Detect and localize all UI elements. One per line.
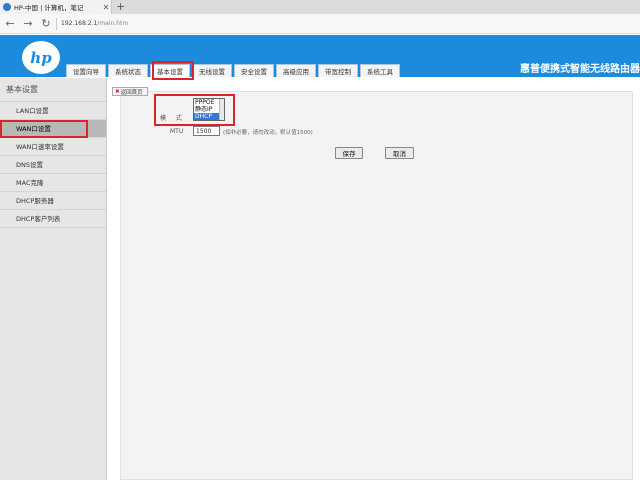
hp-logo-text: hp xyxy=(30,48,52,67)
back-home-button[interactable]: ✖ 返回首页 xyxy=(112,87,148,96)
address-bar[interactable]: 192.168.2.1/main.htm xyxy=(61,20,128,27)
save-button[interactable]: 保存 xyxy=(335,147,363,159)
new-tab-icon[interactable]: + xyxy=(116,0,125,13)
tab-system-tools[interactable]: 系统工具 xyxy=(360,64,400,77)
sidebar-title: 基本设置 xyxy=(0,78,106,102)
tab-security-settings[interactable]: 安全设置 xyxy=(234,64,274,77)
tab-wireless-settings[interactable]: 无线设置 xyxy=(192,64,232,77)
refresh-icon[interactable]: ↻ xyxy=(38,16,54,32)
hp-logo: hp xyxy=(22,41,60,74)
hp-favicon-icon xyxy=(3,3,11,11)
url-path: /main.htm xyxy=(97,20,129,27)
tab-system-status[interactable]: 系统状态 xyxy=(108,64,148,77)
cancel-button[interactable]: 取消 xyxy=(385,147,414,159)
tab-setup-wizard[interactable]: 设置向导 xyxy=(66,64,106,77)
browser-tab[interactable]: HP-中国 | 计算机，笔记 ✕ xyxy=(0,0,112,14)
back-arrow-icon[interactable]: ← xyxy=(2,16,18,32)
sidebar-item-lan[interactable]: LAN口设置 xyxy=(0,102,106,120)
url-host: 192.168.2.1 xyxy=(61,20,98,27)
mtu-input[interactable]: 1500 xyxy=(193,126,220,136)
highlight-sidebar-annotation xyxy=(0,120,88,138)
sidebar-item-dns[interactable]: DNS设置 xyxy=(0,156,106,174)
highlight-mode-annotation xyxy=(154,94,235,126)
home-arrow-icon: ✖ xyxy=(115,88,120,95)
sidebar-item-wan-speed[interactable]: WAN口速率设置 xyxy=(0,138,106,156)
sidebar-item-mac-clone[interactable]: MAC克隆 xyxy=(0,174,106,192)
browser-tab-bar: HP-中国 | 计算机，笔记 ✕ + xyxy=(0,0,640,14)
sidebar-item-dhcp-server[interactable]: DHCP服务器 xyxy=(0,192,106,210)
content-area xyxy=(107,78,640,480)
mtu-label: MTU xyxy=(170,128,184,135)
tab-advanced[interactable]: 高级应用 xyxy=(276,64,316,77)
forward-arrow-icon[interactable]: → xyxy=(20,16,36,32)
mtu-hint: (如非必要，请勿改动，默认值1500) xyxy=(223,130,313,136)
tab-bandwidth-control[interactable]: 带宽控制 xyxy=(318,64,358,77)
back-home-label: 返回首页 xyxy=(120,89,143,96)
highlight-tab-annotation xyxy=(152,61,194,80)
content-panel xyxy=(120,91,633,480)
brand-title: 惠普便携式智能无线路由器 xyxy=(520,64,640,75)
main-nav-tabs: 设置向导 系统状态 基本设置 无线设置 安全设置 高级应用 带宽控制 系统工具 xyxy=(66,64,402,78)
browser-tab-title: HP-中国 | 计算机，笔记 xyxy=(14,4,84,12)
close-tab-icon[interactable]: ✕ xyxy=(101,3,111,12)
sidebar-item-dhcp-clients[interactable]: DHCP客户列表 xyxy=(0,210,106,228)
sidebar: 基本设置 LAN口设置 WAN口设置 WAN口速率设置 DNS设置 MAC克隆 … xyxy=(0,78,107,480)
browser-nav-bar: ← → ↻ 192.168.2.1/main.htm xyxy=(0,14,640,34)
address-divider xyxy=(56,17,57,30)
